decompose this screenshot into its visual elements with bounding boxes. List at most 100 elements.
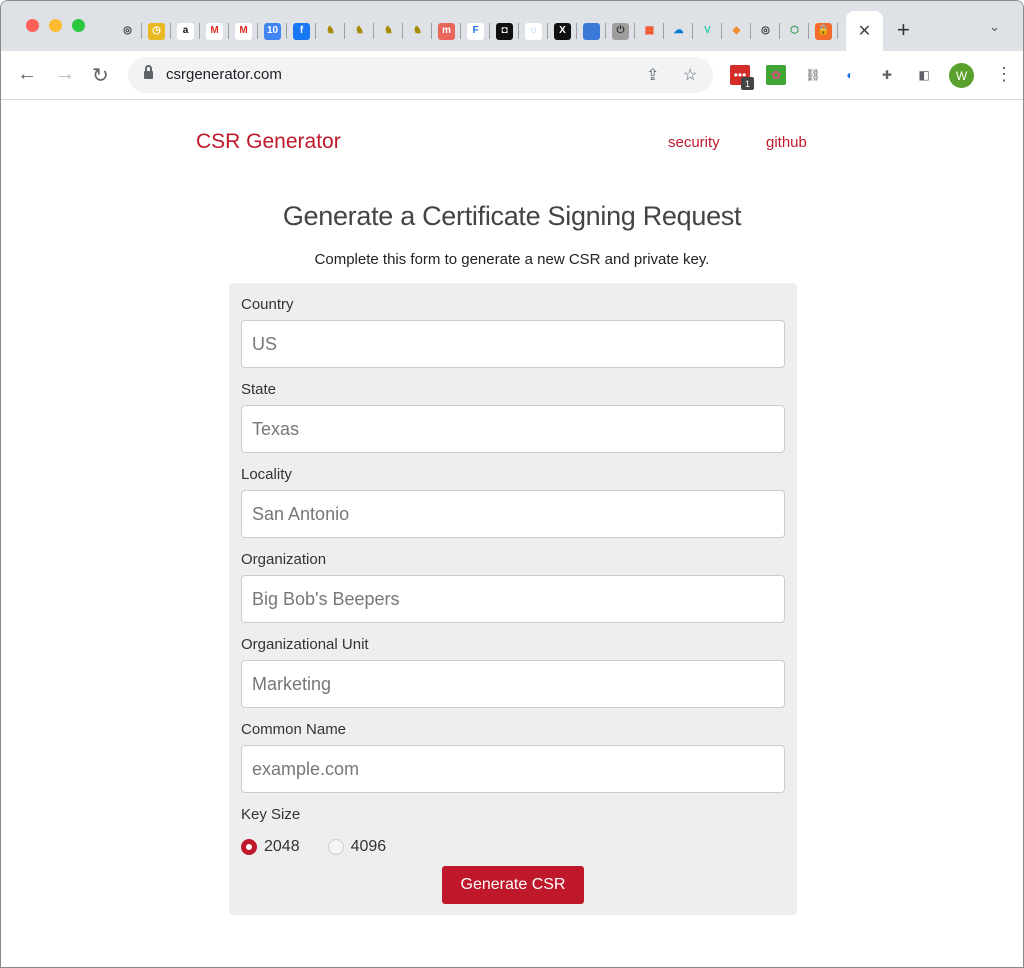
spiral-tab-icon: ◌ bbox=[525, 22, 542, 40]
browser-tab[interactable] bbox=[577, 17, 606, 45]
organizational-unit-input[interactable] bbox=[241, 660, 785, 708]
bookmark-star-icon[interactable]: ☆ bbox=[683, 65, 697, 85]
generate-csr-button[interactable]: Generate CSR bbox=[442, 866, 584, 904]
address-bar[interactable]: csrgenerator.com ⇪ ☆ bbox=[128, 57, 713, 93]
key-size-2048-option[interactable]: 2048 bbox=[241, 838, 300, 856]
puzzle-extension-icon[interactable]: ✚ bbox=[877, 65, 897, 85]
radio-4096[interactable] bbox=[327, 839, 344, 855]
close-window-button[interactable] bbox=[26, 19, 39, 32]
tab-strip: ◎ ◷ a M M 10 f ♞ ♞ ♞ ♞ m F ◘ ◌ X ⏻ ▦ ☁ V ◆ ◎ ⬡ 🔒 ✕ + ⌄ bbox=[1, 1, 1023, 51]
common-name-label: Common Name bbox=[241, 721, 347, 738]
country-input[interactable] bbox=[241, 320, 785, 368]
nav-link-security[interactable]: security bbox=[668, 134, 720, 151]
nav-link-github[interactable]: github bbox=[766, 134, 807, 151]
browser-tab[interactable]: ⬡ bbox=[780, 17, 809, 45]
browser-toolbar: ← → ↻ csrgenerator.com ⇪ ☆ ••• 1 ✿ ⛓ ◐ ✚ ◧ W ⋮ bbox=[1, 51, 1023, 100]
maximize-window-button[interactable] bbox=[72, 19, 85, 32]
forward-button[interactable]: → bbox=[55, 63, 75, 86]
browser-tab[interactable]: M bbox=[229, 17, 258, 45]
browser-tab[interactable]: ⏻ bbox=[606, 17, 635, 45]
site-brand-link[interactable]: CSR Generator bbox=[196, 130, 341, 154]
csr-form: Country State Locality Organization Orga… bbox=[229, 283, 797, 915]
radio-2048-label[interactable]: 2048 bbox=[264, 838, 300, 856]
browser-tab[interactable]: ◘ bbox=[490, 17, 519, 45]
common-name-input[interactable] bbox=[241, 745, 785, 793]
coins-tab-icon: ♞ bbox=[384, 25, 393, 36]
target-tab-icon: ◎ bbox=[761, 25, 770, 36]
browser-tab[interactable]: V bbox=[693, 17, 722, 45]
browser-tab[interactable]: a bbox=[171, 17, 200, 45]
browser-tab[interactable]: X bbox=[548, 17, 577, 45]
locality-input[interactable] bbox=[241, 490, 785, 538]
browser-tab[interactable]: ♞ bbox=[316, 17, 345, 45]
v-tab-icon: V bbox=[704, 25, 711, 36]
hexagon-tab-icon: ⬡ bbox=[790, 25, 799, 36]
profile-avatar[interactable]: W bbox=[949, 63, 974, 88]
browser-tab[interactable]: F bbox=[461, 17, 490, 45]
browser-tab[interactable]: ☁ bbox=[664, 17, 693, 45]
clock-tab-icon: ◷ bbox=[148, 22, 165, 40]
browser-tab[interactable]: ♞ bbox=[403, 17, 432, 45]
state-input[interactable] bbox=[241, 405, 785, 453]
facebook-tab-icon: f bbox=[293, 22, 310, 40]
browser-tab[interactable]: ◎ bbox=[751, 17, 780, 45]
power-tab-icon: ⏻ bbox=[612, 22, 629, 40]
microsoft-tab-icon: ▦ bbox=[644, 25, 655, 36]
browser-tab[interactable]: 🔒 bbox=[809, 17, 838, 45]
browser-tab[interactable]: ♞ bbox=[345, 17, 374, 45]
browser-tab[interactable]: ◆ bbox=[722, 17, 751, 45]
tab-list: ◎ ◷ a M M 10 f ♞ ♞ ♞ ♞ m F ◘ ◌ X ⏻ ▦ ☁ V ◆ ◎ ⬡ 🔒 bbox=[113, 17, 838, 45]
pink-extension-icon[interactable]: ✿ bbox=[766, 65, 786, 85]
onedrive-tab-icon: ☁ bbox=[673, 25, 684, 36]
calendar-tab-icon: 10 bbox=[264, 22, 281, 40]
m-tab-icon: m bbox=[438, 22, 455, 40]
coins-tab-icon: ♞ bbox=[413, 25, 422, 36]
privacy-extension-icon[interactable]: ◐ bbox=[840, 65, 860, 85]
side-panel-icon[interactable]: ◧ bbox=[914, 65, 934, 85]
coins-tab-icon: ♞ bbox=[355, 25, 364, 36]
f-tab-icon: F bbox=[467, 22, 484, 40]
browser-tab[interactable]: ◷ bbox=[142, 17, 171, 45]
organization-label: Organization bbox=[241, 551, 327, 568]
key-size-4096-option[interactable]: 4096 bbox=[327, 838, 387, 856]
blue-square-tab-icon bbox=[583, 22, 600, 40]
active-tab[interactable]: ✕ bbox=[846, 11, 883, 51]
key-size-radio-group: 2048 4096 bbox=[241, 830, 785, 864]
browser-tab[interactable]: M bbox=[200, 17, 229, 45]
radio-2048[interactable] bbox=[241, 839, 257, 855]
browser-tab[interactable]: m bbox=[432, 17, 461, 45]
target-tab-icon: ◎ bbox=[123, 25, 132, 36]
link-extension-icon[interactable]: ⛓ bbox=[803, 65, 823, 85]
url-text[interactable]: csrgenerator.com bbox=[166, 66, 282, 83]
browser-tab[interactable]: ♞ bbox=[374, 17, 403, 45]
page-subtitle: Complete this form to generate a new CSR… bbox=[314, 251, 710, 268]
extension-badge: 1 bbox=[741, 77, 754, 90]
country-label: Country bbox=[241, 296, 294, 313]
x-tab-icon: X bbox=[554, 22, 571, 40]
lock-icon[interactable] bbox=[144, 65, 153, 80]
browser-tab[interactable]: ◌ bbox=[519, 17, 548, 45]
back-button[interactable]: ← bbox=[17, 63, 37, 86]
amazon-tab-icon: a bbox=[177, 22, 194, 40]
browser-tab[interactable]: ▦ bbox=[635, 17, 664, 45]
coins-tab-icon: ♞ bbox=[326, 25, 335, 36]
tab-search-chevron-icon[interactable]: ⌄ bbox=[989, 19, 1000, 35]
lock-tab-icon: 🔒 bbox=[815, 22, 832, 40]
close-tab-icon[interactable]: ✕ bbox=[858, 21, 871, 41]
browser-menu-icon[interactable]: ⋮ bbox=[995, 64, 1013, 85]
radio-4096-label[interactable]: 4096 bbox=[351, 838, 387, 856]
reload-button[interactable]: ↻ bbox=[92, 63, 109, 88]
new-tab-button[interactable]: + bbox=[897, 17, 910, 43]
share-icon[interactable]: ⇪ bbox=[646, 65, 659, 85]
key-size-label: Key Size bbox=[241, 806, 301, 823]
browser-tab[interactable]: 10 bbox=[258, 17, 287, 45]
browser-tab[interactable]: ◎ bbox=[113, 17, 142, 45]
minimize-window-button[interactable] bbox=[49, 19, 62, 32]
browser-window: ◎ ◷ a M M 10 f ♞ ♞ ♞ ♞ m F ◘ ◌ X ⏻ ▦ ☁ V ◆ ◎ ⬡ 🔒 ✕ + ⌄ ← → ↻ cs… bbox=[0, 0, 1024, 968]
page-content: CSR Generator security github Generate a… bbox=[1, 101, 1023, 967]
state-label: State bbox=[241, 381, 277, 398]
page-title: Generate a Certificate Signing Request bbox=[282, 201, 742, 231]
organization-input[interactable] bbox=[241, 575, 785, 623]
gmail-tab-icon: M bbox=[235, 22, 252, 40]
browser-tab[interactable]: f bbox=[287, 17, 316, 45]
